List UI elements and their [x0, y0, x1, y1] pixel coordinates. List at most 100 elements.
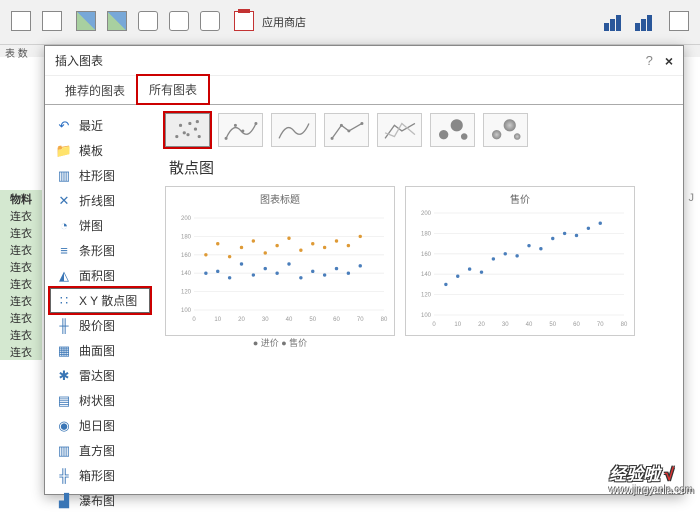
col-header[interactable]: 物料 — [0, 190, 42, 207]
ribbon-screenshot-btn[interactable] — [197, 9, 223, 35]
chart-type-radar[interactable]: ✱雷达图 — [50, 363, 150, 388]
chart-preview-1[interactable]: 图表标题 10012014016018020001020304050607080… — [165, 186, 395, 336]
dialog-tabs: 推荐的图表 所有图表 — [45, 76, 683, 104]
dialog-title-text: 插入图表 — [55, 52, 103, 69]
svg-text:120: 120 — [421, 293, 432, 299]
online-picture-icon — [107, 11, 127, 31]
ribbon-store-btn[interactable] — [231, 9, 257, 35]
ribbon-shapes-btn[interactable] — [135, 9, 161, 35]
chart-type-line[interactable]: ✕折线图 — [50, 188, 150, 213]
help-button[interactable]: ? — [646, 53, 653, 68]
chart-type-surface[interactable]: ▦曲面图 — [50, 338, 150, 363]
data-row[interactable]: 连衣 — [0, 343, 42, 360]
svg-text:50: 50 — [549, 322, 556, 328]
chart-type-label: 柱形图 — [79, 167, 115, 184]
data-row[interactable]: 连衣 — [0, 292, 42, 309]
svg-text:180: 180 — [421, 231, 432, 237]
data-row[interactable]: 连衣 — [0, 309, 42, 326]
store-label: 应用商店 — [262, 14, 306, 30]
treemap-icon: ▤ — [56, 394, 72, 408]
line-chart-icon — [635, 11, 655, 31]
subtype-scatter-smooth-markers[interactable] — [218, 113, 263, 147]
chart-type-pie[interactable]: ◔饼图 — [50, 213, 150, 238]
chart-type-label: 曲面图 — [79, 342, 115, 359]
dialog-body: ↶ 最近 📁模板 ▥ 柱形图 ✕折线图◔饼图 ≡ 条形图 ◭面积图∷X Y 散点图 ╫ 股价图 ▦曲面… — [45, 105, 683, 495]
chart-type-label: 条形图 — [79, 242, 115, 259]
subtype-bubble-3d[interactable] — [483, 113, 528, 147]
pivot-icon — [669, 11, 689, 31]
close-button[interactable]: × — [665, 53, 673, 69]
chart-type-label: 瀑布图 — [79, 492, 115, 509]
insert-chart-dialog: 插入图表 ? × 推荐的图表 所有图表 ↶ 最近 📁模板 ▥ 柱形图 ✕折线图◔饼图 ≡ 条形… — [44, 45, 684, 495]
chart-type-stock[interactable]: ╫ 股价图 — [50, 313, 150, 338]
preview2-plot: 10012014016018020001020304050607080 — [410, 209, 630, 329]
preview1-plot: 10012014016018020001020304050607080 — [170, 209, 390, 329]
chart-type-label: 最近 — [79, 117, 103, 134]
svg-text:200: 200 — [421, 211, 432, 217]
svg-text:0: 0 — [192, 317, 196, 323]
bar-icon: ≡ — [56, 244, 72, 258]
column-chart-icon — [604, 11, 624, 31]
ribbon-online-pic-btn[interactable] — [104, 9, 130, 35]
chart-type-waterfall[interactable]: ▟瀑布图 — [50, 488, 150, 513]
subtype-scatter-lines-markers[interactable] — [324, 113, 369, 147]
chart-type-label: 股价图 — [79, 317, 115, 334]
svg-text:60: 60 — [573, 322, 580, 328]
chart-type-bar[interactable]: ≡ 条形图 — [50, 238, 150, 263]
column-icon: ▥ — [56, 169, 72, 183]
preview1-title: 图表标题 — [170, 191, 390, 206]
ribbon-group-charts — [601, 9, 658, 35]
data-row[interactable]: 连衣 — [0, 275, 42, 292]
chart-type-scatter[interactable]: ∷X Y 散点图 — [50, 288, 150, 313]
ribbon-pic-btn[interactable] — [73, 9, 99, 35]
subtype-scatter-smooth[interactable] — [271, 113, 316, 147]
pie-icon: ◔ — [56, 219, 72, 233]
ribbon-table-btn[interactable] — [8, 9, 34, 35]
ribbon-table-btn2[interactable] — [39, 9, 65, 35]
recent-icon: ↶ — [56, 119, 72, 133]
data-row[interactable]: 连衣 — [0, 241, 42, 258]
chart-type-boxwhisker[interactable]: ╬ 箱形图 — [50, 463, 150, 488]
ribbon-chart-btn2[interactable] — [632, 9, 658, 35]
ribbon-group-pivot — [666, 9, 692, 35]
chart-type-label: 箱形图 — [79, 467, 115, 484]
area-icon: ◭ — [56, 269, 72, 283]
spreadsheet-left-column: 物料 连衣 连衣 连衣 连衣 连衣 连衣 连衣 连衣 连衣 — [0, 58, 42, 360]
ribbon-group-tables — [8, 9, 65, 35]
chart-type-treemap[interactable]: ▤树状图 — [50, 388, 150, 413]
stock-icon: ╫ — [56, 319, 72, 333]
data-row[interactable]: 连衣 — [0, 326, 42, 343]
tab-all-charts[interactable]: 所有图表 — [136, 74, 210, 105]
template-icon: 📁 — [56, 144, 72, 158]
subtype-row — [165, 113, 673, 147]
chart-type-recent[interactable]: ↶ 最近 — [50, 113, 150, 138]
subtype-scatter-lines[interactable] — [377, 113, 422, 147]
table-icon — [42, 11, 62, 31]
ribbon-group-store: 应用商店 — [231, 9, 306, 35]
chart-preview-2[interactable]: 售价 10012014016018020001020304050607080 — [405, 186, 635, 336]
svg-text:20: 20 — [478, 322, 485, 328]
tab-recommended[interactable]: 推荐的图表 — [53, 76, 137, 104]
ribbon-chart-btn[interactable] — [601, 9, 627, 35]
chart-type-column[interactable]: ▥ 柱形图 — [50, 163, 150, 188]
store-icon — [234, 11, 254, 31]
smartart-icon — [169, 11, 189, 31]
chart-type-template[interactable]: 📁模板 — [50, 138, 150, 163]
chart-type-area[interactable]: ◭面积图 — [50, 263, 150, 288]
ribbon-smartart-btn[interactable] — [166, 9, 192, 35]
subtype-bubble[interactable] — [430, 113, 475, 147]
boxwhisker-icon: ╬ — [56, 469, 72, 483]
data-row[interactable]: 连衣 — [0, 207, 42, 224]
check-icon: √ — [665, 465, 674, 484]
chart-type-histogram[interactable]: ▥直方图 — [50, 438, 150, 463]
ribbon-pivot-btn[interactable] — [666, 9, 692, 35]
chart-type-label: X Y 散点图 — [79, 292, 137, 309]
chart-type-sunburst[interactable]: ◉旭日图 — [50, 413, 150, 438]
watermark: 经验啦 √ www.jingyanla.com — [609, 460, 694, 496]
data-row[interactable]: 连衣 — [0, 224, 42, 241]
table-icon — [11, 11, 31, 31]
subtype-scatter[interactable] — [165, 113, 210, 147]
data-row[interactable]: 连衣 — [0, 258, 42, 275]
svg-text:100: 100 — [421, 313, 432, 319]
svg-text:100: 100 — [181, 308, 192, 314]
